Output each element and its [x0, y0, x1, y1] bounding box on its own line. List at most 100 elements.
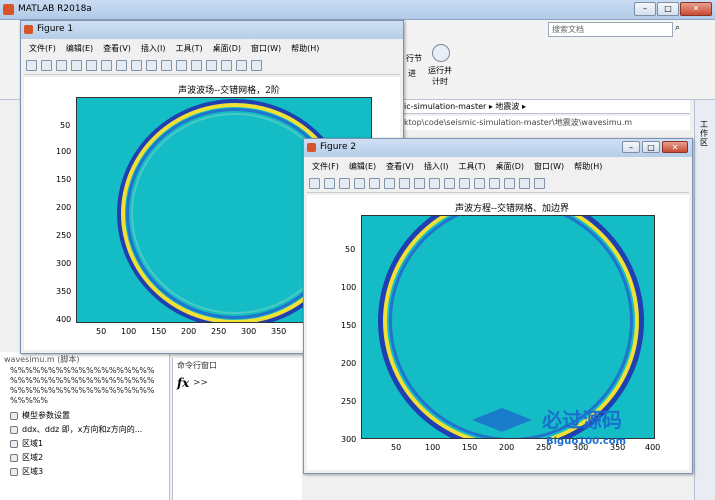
y-tick: 250 — [56, 231, 72, 240]
tree-item[interactable]: ddx、ddz 即，x方向和z方向的... — [10, 424, 142, 435]
save-icon[interactable] — [56, 60, 67, 71]
legend-icon[interactable] — [504, 178, 515, 189]
menu-file[interactable]: 文件(F) — [29, 43, 56, 54]
y-tick: 50 — [345, 245, 356, 254]
minimize-button[interactable]: – — [622, 141, 640, 153]
editor-file-path: ktop\code\seismic-simulation-master\地震波\… — [400, 116, 690, 130]
tree-item[interactable]: 模型参数设置 — [10, 410, 70, 421]
matlab-title: MATLAB R2018a — [18, 4, 92, 14]
hide-plot-tools-icon[interactable] — [236, 60, 247, 71]
menu-edit[interactable]: 编辑(E) — [66, 43, 93, 54]
cell-icon — [10, 425, 18, 434]
ribbon-run-section-label[interactable]: 行节 — [406, 53, 422, 64]
x-tick: 100 — [425, 443, 441, 452]
y-tick: 100 — [56, 147, 72, 156]
search-input[interactable]: 搜索文档 — [548, 22, 673, 37]
colorbar-icon[interactable] — [206, 60, 217, 71]
new-figure-icon[interactable] — [26, 60, 37, 71]
matlab-figure-icon — [307, 143, 316, 152]
link-icon[interactable] — [191, 60, 202, 71]
menu-insert[interactable]: 插入(I) — [141, 43, 166, 54]
data-cursor-icon[interactable] — [444, 178, 455, 189]
editor-pane: wavesimu.m (脚本) %%%%%%%%%%%%%%%%%%%%%%%%… — [0, 352, 170, 500]
y-tick: 150 — [341, 321, 357, 330]
data-cursor-icon[interactable] — [161, 60, 172, 71]
watermark-sub: Biguo100.com — [546, 436, 627, 447]
figure1-title-bar: Figure 1 — [21, 21, 403, 39]
pan-icon[interactable] — [414, 178, 425, 189]
search-icon[interactable]: ⌕ — [675, 23, 685, 35]
cell-icon — [10, 467, 18, 476]
tree-item[interactable]: 区域1 — [10, 438, 43, 449]
menu-view[interactable]: 查看(V) — [103, 43, 131, 54]
new-figure-icon[interactable] — [309, 178, 320, 189]
y-tick: 100 — [341, 283, 357, 292]
save-icon[interactable] — [339, 178, 350, 189]
close-button[interactable]: ✕ — [662, 141, 688, 153]
pointer-icon[interactable] — [86, 60, 97, 71]
tree-item[interactable]: 区域2 — [10, 452, 43, 463]
run-and-time-button[interactable]: 运行并 计时 — [428, 65, 452, 87]
open-icon[interactable] — [41, 60, 52, 71]
matlab-logo-icon — [3, 4, 14, 15]
menu-insert[interactable]: 插入(I) — [424, 161, 449, 172]
print-icon[interactable] — [71, 60, 82, 71]
colorbar-icon[interactable] — [489, 178, 500, 189]
command-prompt[interactable]: >> — [193, 378, 208, 388]
cell-icon — [10, 439, 18, 448]
cell-icon — [10, 453, 18, 462]
open-icon[interactable] — [324, 178, 335, 189]
maximize-button[interactable]: □ — [657, 2, 679, 16]
run-and-time-icon[interactable] — [432, 44, 450, 62]
menu-window[interactable]: 窗口(W) — [534, 161, 564, 172]
y-tick: 300 — [56, 259, 72, 268]
menu-desktop[interactable]: 桌面(D) — [213, 43, 241, 54]
menu-tools[interactable]: 工具(T) — [175, 43, 202, 54]
maximize-button[interactable]: □ — [642, 141, 660, 153]
zoom-out-icon[interactable] — [399, 178, 410, 189]
zoom-in-icon[interactable] — [101, 60, 112, 71]
rotate-icon[interactable] — [429, 178, 440, 189]
menu-window[interactable]: 窗口(W) — [251, 43, 281, 54]
brush-icon[interactable] — [459, 178, 470, 189]
x-tick: 300 — [241, 327, 257, 336]
pan-icon[interactable] — [131, 60, 142, 71]
y-tick: 200 — [341, 359, 357, 368]
x-tick: 100 — [121, 327, 137, 336]
zoom-out-icon[interactable] — [116, 60, 127, 71]
ribbon-advance-label[interactable]: 进 — [408, 68, 416, 79]
tree-item[interactable]: 区域3 — [10, 466, 43, 477]
address-bar[interactable]: ic-simulation-master ▸ 地震波 ▸ — [400, 100, 690, 114]
print-icon[interactable] — [354, 178, 365, 189]
x-tick: 50 — [96, 327, 107, 336]
menu-tools[interactable]: 工具(T) — [458, 161, 485, 172]
zoom-in-icon[interactable] — [384, 178, 395, 189]
minimize-button[interactable]: – — [634, 2, 656, 16]
figure1-toolbar — [24, 57, 400, 75]
menu-edit[interactable]: 编辑(E) — [349, 161, 376, 172]
brush-icon[interactable] — [176, 60, 187, 71]
command-window[interactable]: 命令行窗口 fx >> — [172, 358, 302, 500]
link-icon[interactable] — [474, 178, 485, 189]
menu-desktop[interactable]: 桌面(D) — [496, 161, 524, 172]
figure2-menu-bar: 文件(F) 编辑(E) 查看(V) 插入(I) 工具(T) 桌面(D) 窗口(W) 帮助(H) — [307, 159, 689, 174]
figure2-plot-title: 声波方程--交错网格、加边界 — [454, 204, 570, 214]
command-window-header: 命令行窗口 — [177, 361, 217, 370]
matlab-figure-icon — [24, 25, 33, 34]
hide-plot-tools-icon[interactable] — [519, 178, 530, 189]
y-tick: 200 — [56, 203, 72, 212]
graduation-cap-icon — [472, 408, 532, 432]
pointer-icon[interactable] — [369, 178, 380, 189]
legend-icon[interactable] — [221, 60, 232, 71]
rotate-icon[interactable] — [146, 60, 157, 71]
menu-file[interactable]: 文件(F) — [312, 161, 339, 172]
editor-header: wavesimu.m (脚本) — [4, 355, 80, 364]
menu-help[interactable]: 帮助(H) — [291, 43, 319, 54]
close-button[interactable]: ✕ — [680, 2, 712, 16]
show-plot-tools-icon[interactable] — [534, 178, 545, 189]
menu-help[interactable]: 帮助(H) — [574, 161, 602, 172]
figure1-menu-bar: 文件(F) 编辑(E) 查看(V) 插入(I) 工具(T) 桌面(D) 窗口(W) 帮助(H) — [24, 41, 400, 56]
menu-view[interactable]: 查看(V) — [386, 161, 414, 172]
show-plot-tools-icon[interactable] — [251, 60, 262, 71]
workspace-pane[interactable]: 工作区 — [694, 100, 715, 500]
